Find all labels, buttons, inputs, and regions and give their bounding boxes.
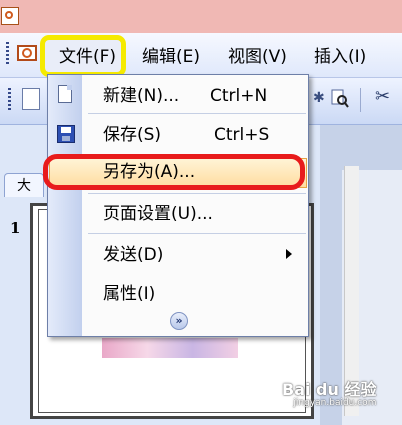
expand-chevron-icon[interactable]: »: [170, 312, 188, 330]
menu-file[interactable]: 文件(F): [40, 35, 126, 77]
menu-separator: [88, 233, 306, 234]
slide-image: [102, 338, 238, 358]
save-as-highlight-annotation: [43, 154, 305, 190]
menu-item-send-label: 发送(D): [103, 245, 164, 265]
menu-insert[interactable]: 插入(I): [314, 46, 366, 68]
watermark-text: Bai du 经验: [282, 380, 377, 399]
menu-item-save-label: 保存(S): [103, 125, 162, 145]
submenu-arrow-icon: [286, 249, 292, 259]
menu-item-properties[interactable]: [48, 274, 308, 310]
baidu-watermark: Bai du 经验 jingyan.baidu.com: [282, 376, 376, 408]
watermark-subtext: jingyan.baidu.com: [293, 398, 377, 408]
new-document-icon: [58, 85, 72, 103]
title-bar: [0, 0, 402, 33]
menu-file-label: 文件(F): [59, 47, 117, 67]
menubar-grip[interactable]: [6, 42, 9, 66]
toolbar-new-document-icon[interactable]: [22, 88, 40, 110]
toolbar-separator: [360, 88, 361, 112]
save-icon: [57, 125, 75, 143]
menu-item-new-shortcut: Ctrl+N: [210, 86, 268, 106]
presentation-icon[interactable]: [16, 43, 38, 65]
menu-separator: [88, 113, 306, 114]
menu-item-send[interactable]: [48, 236, 308, 272]
toolbar-cut-icon[interactable]: ✂: [375, 86, 390, 107]
menu-item-save-shortcut: Ctrl+S: [214, 125, 270, 145]
powerpoint-app-icon[interactable]: [1, 7, 19, 25]
menu-item-new-label: 新建(N)...: [103, 86, 180, 106]
menu-item-page-setup-label: 页面设置(U)...: [103, 204, 213, 224]
menu-item-properties-label: 属性(I): [103, 284, 156, 304]
tab-outline[interactable]: 大: [4, 173, 44, 197]
toolbar-star-icon[interactable]: ✱: [313, 90, 325, 106]
toolbar-research-icon[interactable]: [331, 88, 349, 108]
menu-separator: [88, 193, 306, 194]
menu-view[interactable]: 视图(V): [228, 46, 287, 68]
slide-number: 1: [10, 219, 21, 237]
toolbar-grip[interactable]: [8, 88, 11, 112]
menu-edit[interactable]: 编辑(E): [142, 46, 200, 68]
